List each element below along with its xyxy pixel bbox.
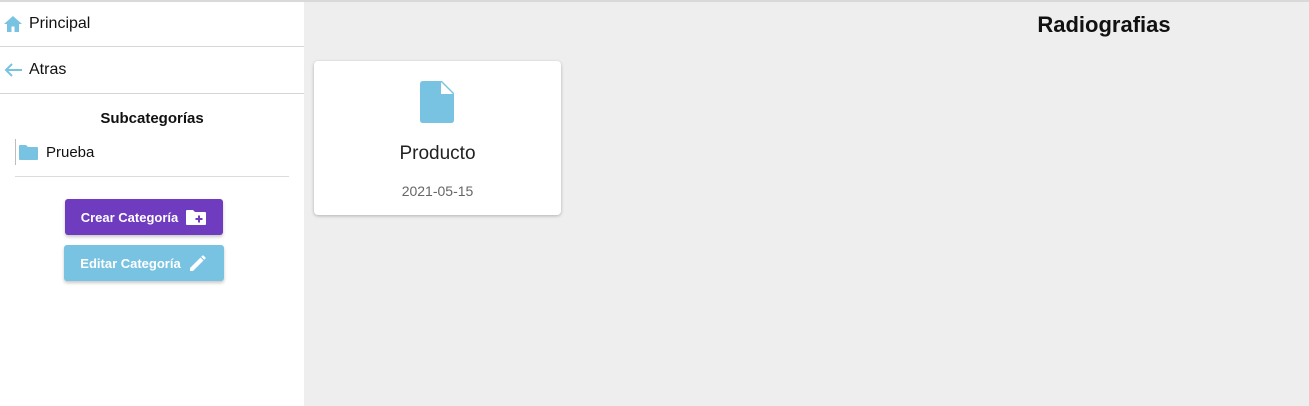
create-category-button[interactable]: Crear Categoría	[65, 199, 223, 235]
divider	[0, 93, 304, 94]
edit-category-button[interactable]: Editar Categoría	[64, 245, 224, 281]
page-title: Radiografias	[1037, 12, 1171, 37]
subcategory-list: Prueba	[15, 139, 289, 177]
subcategories-heading: Subcategorías	[100, 110, 204, 127]
nav-item-back[interactable]: Atras	[0, 47, 304, 93]
nav-item-label: Principal	[29, 15, 91, 32]
subcategory-label: Prueba	[46, 143, 95, 161]
arrow-left-icon	[2, 59, 24, 81]
file-icon	[419, 80, 455, 124]
folder-icon	[18, 143, 40, 161]
home-icon	[2, 13, 24, 35]
nav-item-principal[interactable]: Principal	[0, 2, 304, 46]
card-title: Producto	[399, 143, 476, 164]
nav-item-label: Atras	[29, 61, 67, 78]
edit-category-label: Editar Categoría	[80, 255, 181, 271]
divider	[15, 176, 289, 177]
subcategory-item-prueba[interactable]: Prueba	[15, 139, 289, 165]
card-date: 2021-05-15	[401, 183, 474, 199]
file-card[interactable]: Producto 2021-05-15	[314, 61, 561, 215]
pencil-icon	[188, 253, 208, 273]
folder-plus-icon	[185, 209, 207, 226]
sidebar: Principal Atras Subcategorías Prueba Cre…	[0, 2, 304, 406]
create-category-label: Crear Categoría	[80, 209, 179, 225]
